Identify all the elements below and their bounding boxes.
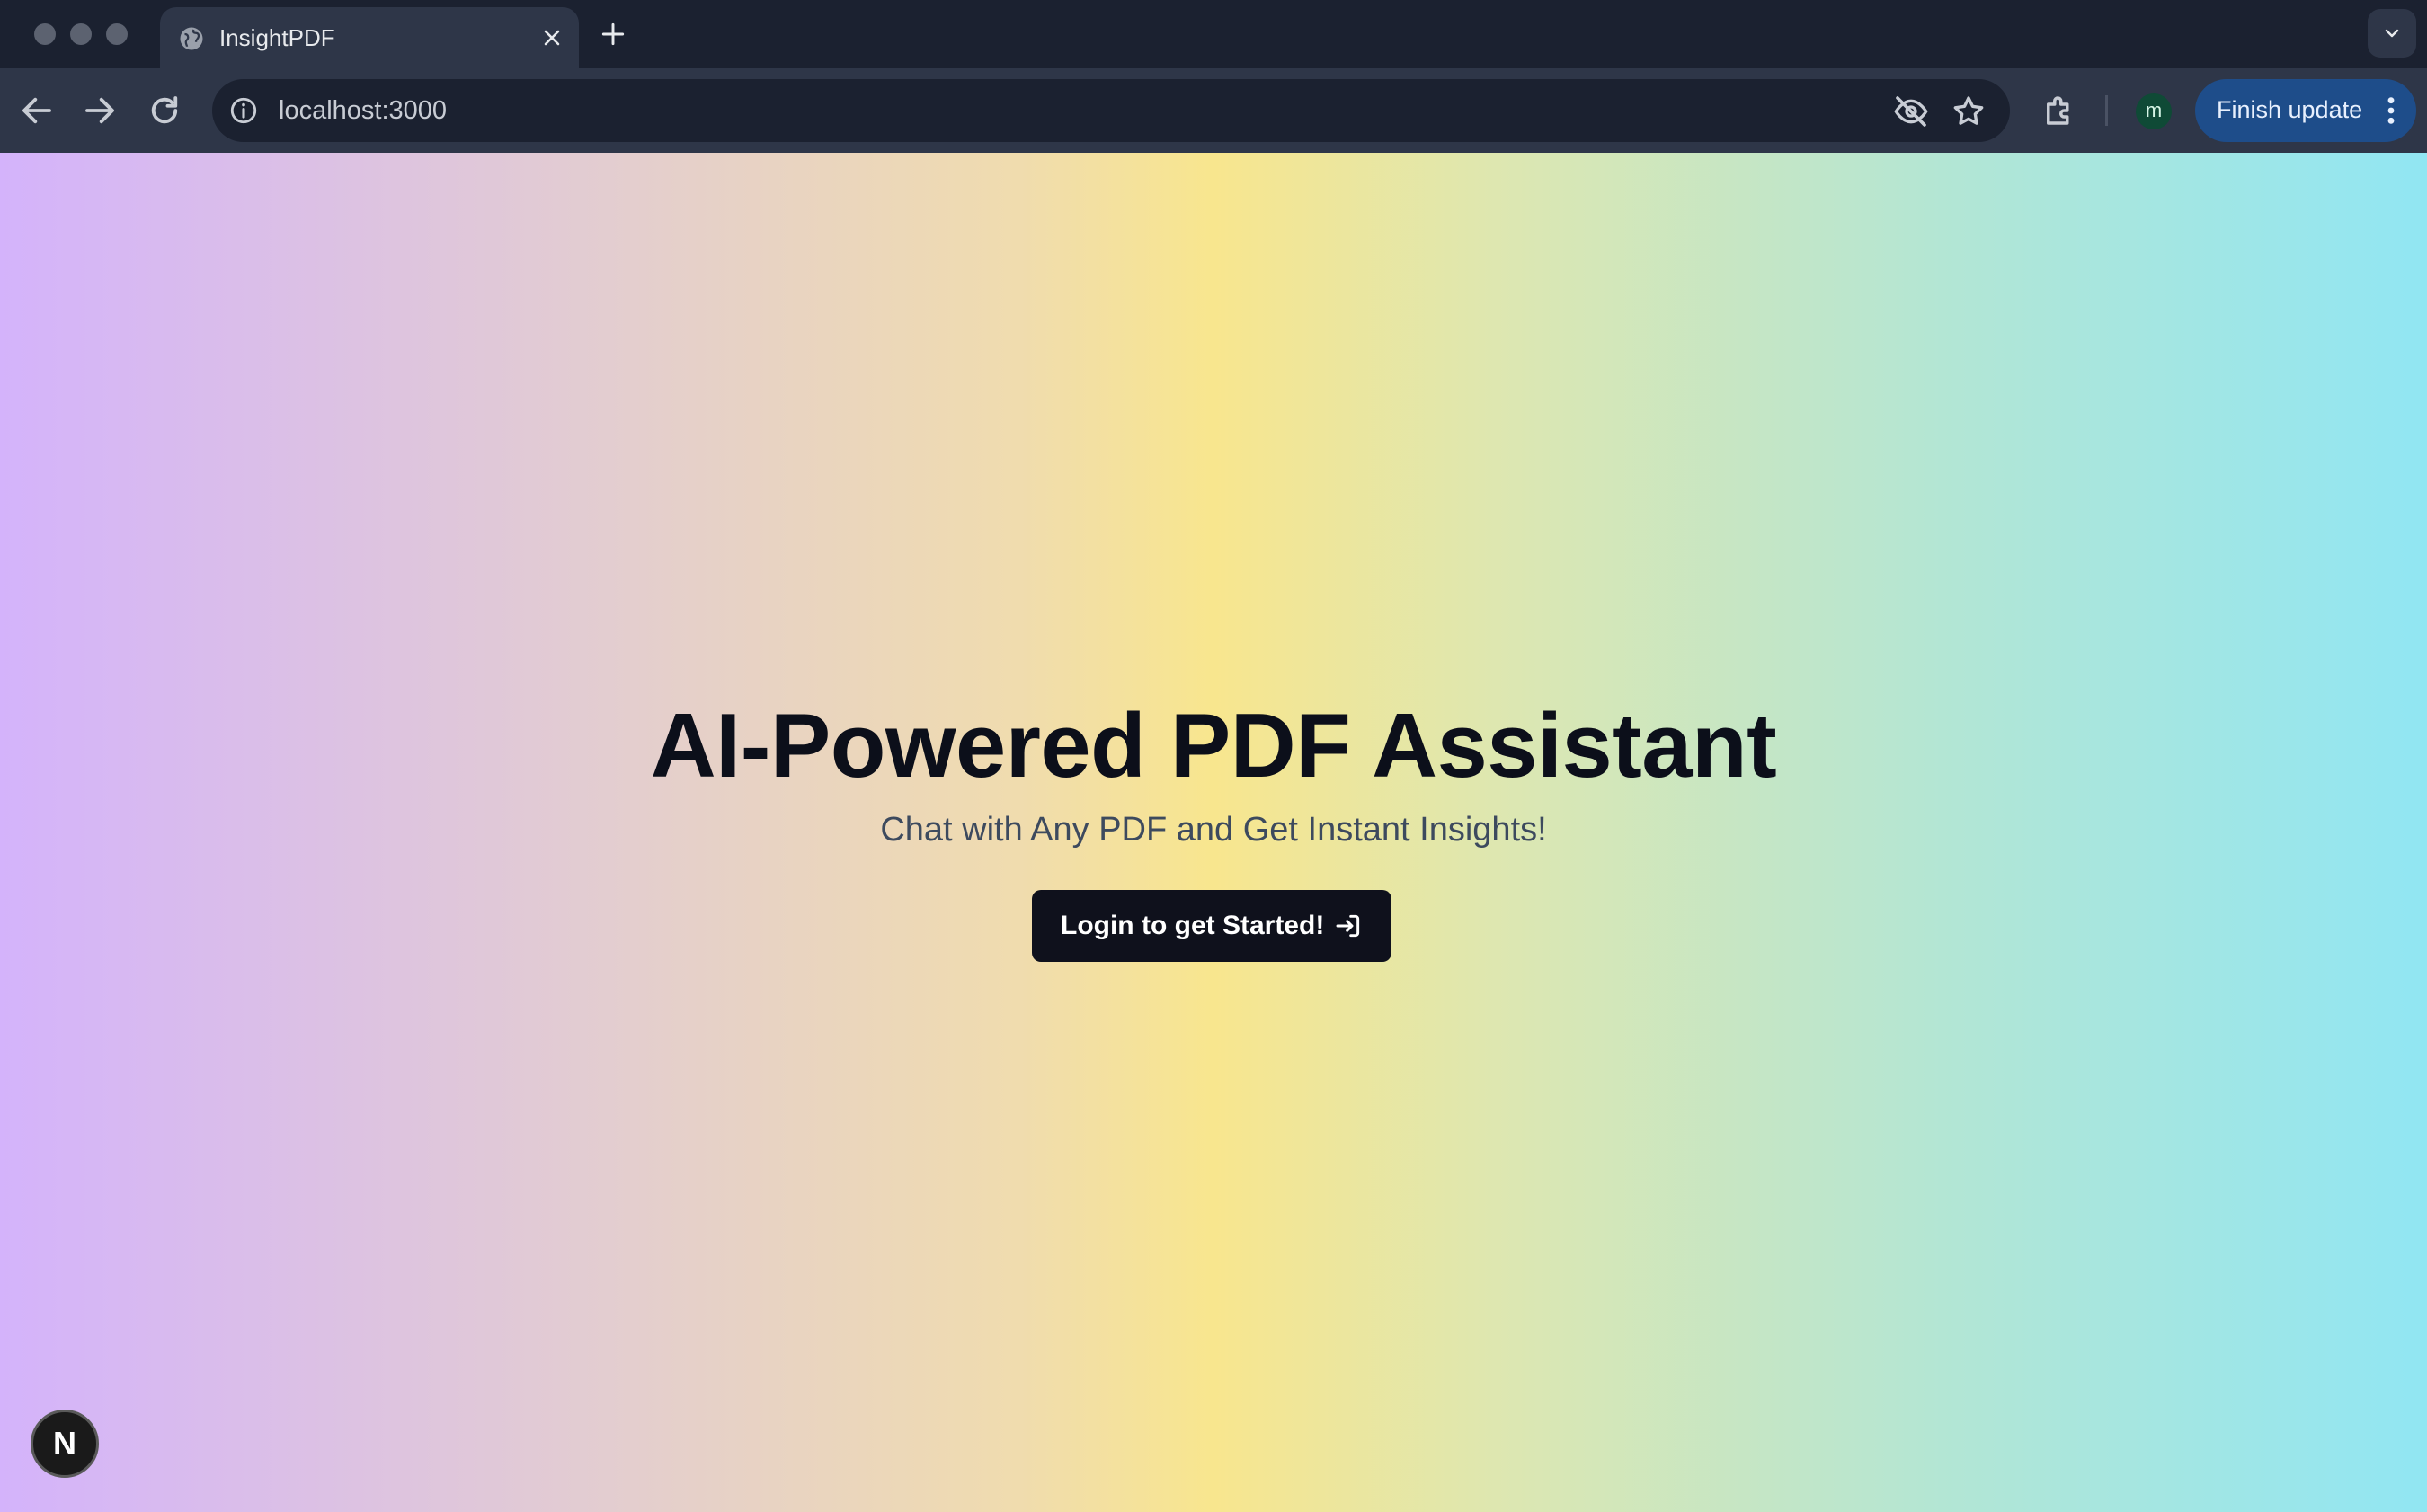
login-icon: [1336, 914, 1360, 938]
browser-tab-strip: InsightPDF: [0, 0, 2427, 68]
login-button[interactable]: Login to get Started!: [1032, 890, 1391, 962]
nextjs-dev-badge[interactable]: N: [31, 1410, 99, 1478]
back-arrow-icon[interactable]: [18, 92, 56, 129]
browser-toolbar: localhost:3000 m Finish update: [0, 68, 2427, 153]
toolbar-divider: [2105, 95, 2108, 126]
window-minimize-dot[interactable]: [70, 23, 92, 45]
bookmark-star-icon[interactable]: [1951, 93, 1987, 129]
new-tab-icon[interactable]: [599, 20, 627, 49]
finish-update-button[interactable]: Finish update: [2195, 79, 2416, 142]
chevron-down-icon: [2385, 29, 2399, 38]
profile-avatar[interactable]: m: [2136, 93, 2172, 129]
login-button-label: Login to get Started!: [1061, 911, 1325, 940]
close-tab-icon[interactable]: [539, 25, 565, 50]
browser-tab-active[interactable]: InsightPDF: [160, 7, 579, 68]
window-close-dot[interactable]: [34, 23, 56, 45]
address-bar[interactable]: localhost:3000: [212, 79, 2010, 142]
tab-search-button[interactable]: [2368, 9, 2416, 58]
site-info-icon[interactable]: [228, 95, 259, 126]
window-maximize-dot[interactable]: [106, 23, 128, 45]
tab-title: InsightPDF: [219, 24, 335, 51]
hero-subtitle: Chat with Any PDF and Get Instant Insigh…: [880, 811, 1547, 849]
page-viewport: AI-Powered PDF Assistant Chat with Any P…: [0, 153, 2427, 1512]
more-options-icon[interactable]: [2382, 95, 2400, 126]
forward-arrow-icon[interactable]: [81, 92, 119, 129]
hero-section: AI-Powered PDF Assistant Chat with Any P…: [0, 692, 2427, 852]
finish-update-label: Finish update: [2217, 96, 2363, 123]
eye-off-icon[interactable]: [1893, 93, 1929, 129]
hero-title: AI-Powered PDF Assistant: [650, 696, 1777, 796]
extensions-puzzle-icon[interactable]: [2040, 92, 2078, 129]
address-bar-url: localhost:3000: [279, 96, 448, 125]
globe-icon: [180, 27, 203, 50]
reload-icon[interactable]: [146, 92, 183, 129]
